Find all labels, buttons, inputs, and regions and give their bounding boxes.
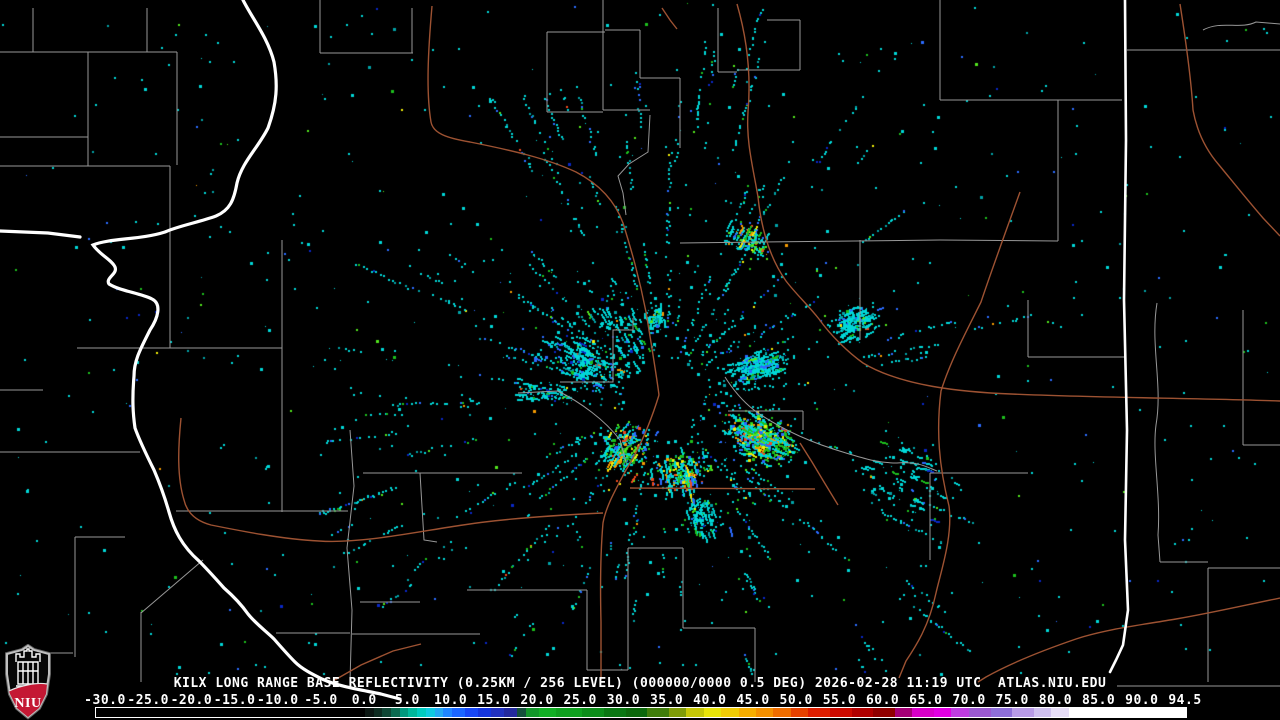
scale-tick-label: 30.0 [606,693,641,708]
map-line [1110,0,1128,672]
colorbar-segment [451,708,466,717]
scale-tick-label: 65.0 [909,693,943,708]
highways [179,4,1280,682]
scale-tick-label: 75.0 [995,693,1029,708]
scale-tick-label: 35.0 [649,693,684,708]
scale-tick-label: -30.0 [84,693,126,708]
reflectivity-colorbar [95,707,1187,718]
colorbar-segment [873,708,896,717]
colorbar-segment [790,708,809,717]
colorbar-scale-labels: -30.0 -25.0 -20.0 -15.0 -10.0 -5.0 0.0 5.0 10.0 1… [0,694,1280,707]
map-line [662,8,677,29]
map-line [518,391,626,462]
basemap-layer [0,0,1280,720]
colorbar-segment [912,708,935,717]
county-boundaries [0,0,1280,686]
colorbar-segment [755,708,774,717]
scale-tick-label: 60.0 [865,693,900,708]
colorbar-segment [951,708,970,717]
illinois-river-line [0,0,400,699]
map-line [601,395,659,680]
scale-tick-label: 10.0 [433,693,468,708]
colorbar-segment [851,708,874,717]
scale-tick-label: -25.0 [127,693,170,708]
scale-tick-label: 0.0 [351,693,377,708]
colorbar-segment [738,708,757,717]
colorbar-segment [808,708,831,717]
colorbar-segment [968,708,992,717]
map-line [141,560,203,613]
radar-display: KILX LONG RANGE BASE REFLECTIVITY (0.25K… [0,0,1280,720]
scale-tick-label: 70.0 [952,693,986,708]
colorbar-segment [894,708,913,717]
map-line [1180,4,1280,236]
scale-tick-label: 5.0 [394,693,420,708]
colorbar-segment [538,708,557,717]
colorbar-segment [669,708,687,717]
colorbar-segment [477,708,492,717]
map-line [618,115,650,215]
scale-tick-label: 25.0 [563,693,597,708]
scale-tick-label: 85.0 [1081,693,1116,708]
scale-tick-label: 80.0 [1038,693,1073,708]
map-line [347,430,354,682]
colorbar-segment [990,708,1013,717]
colorbar-segment [721,708,740,717]
scale-tick-label: -15.0 [213,693,256,708]
scale-tick-label: -5.0 [304,693,338,708]
map-line [899,192,1020,678]
scale-tick-label: 45.0 [736,693,770,708]
map-line [800,443,838,505]
scale-tick-label: 40.0 [693,693,727,708]
scale-tick-label: 55.0 [822,693,857,708]
colorbar-segment [464,708,479,717]
scale-tick-label: 50.0 [779,693,813,708]
colorbar-segment [582,708,605,717]
product-title: KILX LONG RANGE BASE REFLECTIVITY (0.25K… [173,676,1107,691]
scale-tick-label: -20.0 [170,693,213,708]
map-line [93,0,400,699]
scale-tick-label: 20.0 [520,693,554,708]
map-line [560,318,633,382]
colorbar-segment [1051,708,1070,717]
colorbar-segment [934,708,952,717]
colorbar-segment [490,708,505,717]
colorbar-segment [647,708,670,717]
map-line [725,377,937,471]
map-line [1203,22,1280,30]
niu-logo-text: NIU [14,696,41,711]
colorbar-segment [525,708,540,717]
colorbar-segment [1012,708,1035,717]
state-border-line [1110,0,1128,672]
map-line [737,4,1280,401]
colorbar-segment [625,708,648,717]
scale-tick-label: -10.0 [256,693,299,708]
map-line [630,488,815,489]
colorbar-segment [1033,708,1052,717]
map-line [1155,303,1160,562]
map-line [0,231,80,237]
colorbar-segment [603,708,627,717]
colorbar-segment [829,708,853,717]
colorbar-segment [686,708,705,717]
niu-logo: NIU [3,644,53,720]
colorbar-segment [556,708,583,717]
map-line [179,418,603,541]
colorbar-segment [773,708,792,717]
scale-tick-label: 90.0 [1125,693,1159,708]
scale-tick-label: 15.0 [477,693,511,708]
colorbar-segment [1068,708,1186,717]
colorbar-segment [504,708,518,717]
scale-tick-label: 94.5 [1168,693,1202,708]
colorbar-segment [703,708,722,717]
